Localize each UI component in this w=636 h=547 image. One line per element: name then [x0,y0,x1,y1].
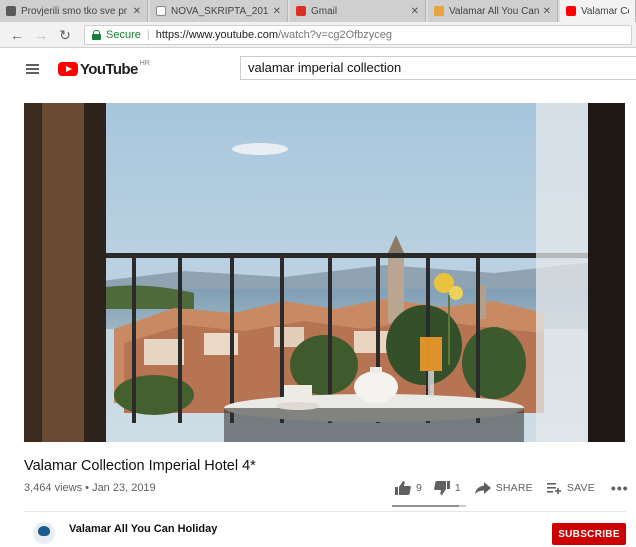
channel-avatar[interactable] [33,522,55,544]
thumbs-up-icon [395,481,411,495]
like-dislike-bar [392,505,466,507]
share-label: SHARE [495,482,533,494]
logo-wordmark: YouTube [80,60,138,78]
browser-tab-strip: Provjerili smo tko sve pr ✕ NOVA_SKRIPTA… [0,0,636,22]
forward-arrow-icon[interactable]: → [32,26,50,44]
back-arrow-icon[interactable]: ← [8,26,26,44]
thumbs-down-icon [434,481,450,495]
reload-icon[interactable]: ↻ [56,26,74,44]
video-player[interactable] [24,103,625,442]
tab-favicon-icon [6,6,16,16]
save-button[interactable]: SAVE [546,477,595,499]
tab-label: Valamar All You Can Hol [449,5,539,17]
section-divider [24,511,626,512]
video-actions: 9 1 SHARE SAVE ••• [395,477,629,499]
tab-label: Valamar Collec [581,5,629,17]
meta-separator: • [82,482,93,494]
video-title: Valamar Collection Imperial Hotel 4* [24,458,256,474]
address-separator: | [146,29,150,41]
address-bar[interactable]: Secure | https://www.youtube.com /watch?… [84,25,632,45]
browser-toolbar: ← → ↻ Secure | https://www.youtube.com /… [0,22,636,48]
tab-label: Provjerili smo tko sve pr [21,5,128,17]
share-arrow-icon [474,482,491,494]
video-meta: 3,464 views • Jan 23, 2019 [24,482,156,494]
browser-tab[interactable]: Valamar All You Can Hol ✕ [428,0,558,22]
dislike-count: 1 [454,482,461,494]
logo-region: HR [139,60,150,67]
save-label: SAVE [566,482,595,494]
close-icon[interactable]: ✕ [273,6,281,17]
upload-date: Jan 23, 2019 [92,482,156,494]
channel-name[interactable]: Valamar All You Can Holiday [69,523,217,535]
tab-favicon-icon [296,6,306,16]
like-button[interactable]: 9 [395,477,422,499]
secure-label: Secure [106,29,141,41]
browser-tab[interactable]: NOVA_SKRIPTA_2018_ ✕ [150,0,288,22]
tab-favicon-icon [566,6,576,16]
url-host: https://www.youtube.com [155,29,278,41]
hamburger-menu-icon[interactable] [26,64,39,74]
playlist-add-icon [546,483,561,494]
tab-favicon-icon [434,6,444,16]
tab-label: NOVA_SKRIPTA_2018_ [171,5,269,17]
browser-tab[interactable]: Provjerili smo tko sve pr ✕ [0,0,148,22]
browser-tab[interactable]: Valamar Collec [560,0,636,22]
lock-icon [92,30,101,40]
share-button[interactable]: SHARE [474,477,533,499]
close-icon[interactable]: ✕ [411,6,419,17]
like-ratio-fill [392,505,459,507]
search-input[interactable]: valamar imperial collection [240,56,636,80]
like-count: 9 [416,482,422,494]
subscribe-button[interactable]: SUBSCRIBE [552,523,626,545]
youtube-play-icon [58,62,78,76]
video-frame-image [24,103,625,442]
dislike-button[interactable]: 1 [434,477,461,499]
browser-tab[interactable]: Gmail ✕ [290,0,426,22]
close-icon[interactable]: ✕ [133,6,141,17]
tab-label: Gmail [311,5,338,17]
url-path: /watch?v=cg2Ofbzyceg [278,29,393,41]
tab-favicon-icon [156,6,166,16]
close-icon[interactable]: ✕ [543,6,551,17]
youtube-header: YouTube HR valamar imperial collection [0,48,636,90]
view-count: 3,464 views [24,482,83,494]
more-actions-button[interactable]: ••• [611,477,629,499]
youtube-logo[interactable]: YouTube HR [58,60,150,78]
